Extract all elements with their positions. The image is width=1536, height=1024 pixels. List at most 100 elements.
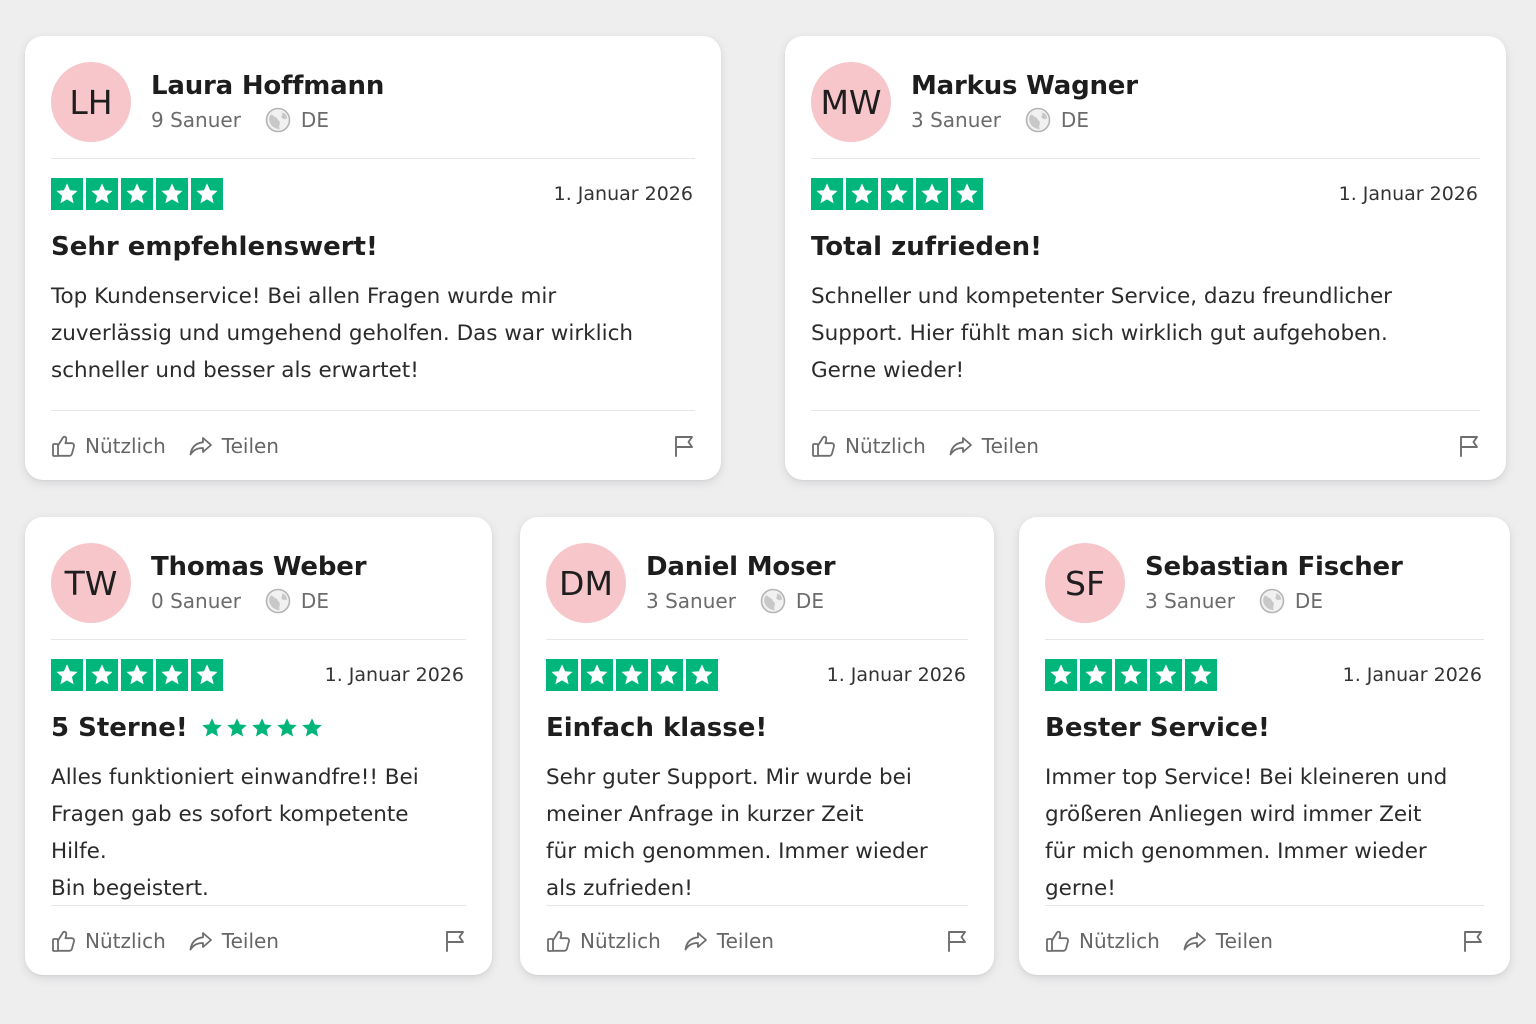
share-label: Teilen bbox=[1215, 928, 1273, 953]
rating-star-icon bbox=[86, 178, 118, 210]
review-body-line: gerne! bbox=[1045, 876, 1116, 901]
divider bbox=[811, 158, 1480, 159]
rating-star-icon bbox=[881, 178, 913, 210]
flag-icon[interactable] bbox=[1458, 434, 1480, 458]
divider bbox=[1045, 639, 1484, 640]
reviewer-meta: 0 Sanuer DE bbox=[151, 588, 366, 614]
rating-star-icon bbox=[1115, 659, 1147, 691]
helpful-label: Nützlich bbox=[580, 928, 661, 953]
helpful-button[interactable]: Nützlich bbox=[546, 929, 661, 953]
helpful-button[interactable]: Nützlich bbox=[51, 434, 166, 458]
globe-icon bbox=[265, 588, 291, 614]
globe-icon bbox=[1259, 588, 1285, 614]
avatar[interactable]: MW bbox=[811, 62, 891, 142]
star-rating bbox=[51, 659, 223, 691]
helpful-label: Nützlich bbox=[845, 433, 926, 458]
review-body-line: für mich genommen. Immer wieder bbox=[546, 839, 928, 864]
rating-star-icon bbox=[156, 659, 188, 691]
review-card: MW Markus Wagner 3 Sanuer DE 1. Januar 2… bbox=[785, 36, 1506, 480]
rating-star-icon bbox=[51, 178, 83, 210]
title-stars bbox=[200, 716, 324, 740]
rating-star-icon bbox=[916, 178, 948, 210]
avatar[interactable]: SF bbox=[1045, 543, 1125, 623]
rating-star-icon bbox=[581, 659, 613, 691]
review-body-line: schneller und besser als erwartet! bbox=[51, 358, 419, 383]
star-icon bbox=[200, 716, 224, 740]
reviewer-info: Markus Wagner 3 Sanuer DE bbox=[911, 71, 1138, 133]
rating-star-icon bbox=[1045, 659, 1077, 691]
share-arrow-icon bbox=[188, 930, 222, 952]
rating-star-icon bbox=[1185, 659, 1217, 691]
flag-icon[interactable] bbox=[673, 434, 695, 458]
review-count: 3 Sanuer bbox=[1145, 589, 1235, 613]
review-body-line: zuverlässig und umgehend geholfen. Das w… bbox=[51, 321, 634, 346]
share-button[interactable]: Teilen bbox=[1182, 929, 1273, 953]
avatar[interactable]: LH bbox=[51, 62, 131, 142]
reviewer-header: MW Markus Wagner 3 Sanuer DE bbox=[811, 62, 1480, 142]
review-count: 3 Sanuer bbox=[911, 108, 1001, 132]
review-title: Total zufrieden! bbox=[811, 232, 1480, 262]
share-label: Teilen bbox=[716, 928, 774, 953]
reviewer-name[interactable]: Laura Hoffmann bbox=[151, 71, 384, 101]
share-button[interactable]: Teilen bbox=[683, 929, 774, 953]
review-body-line: meiner Anfrage in kurzer Zeit bbox=[546, 802, 864, 827]
share-label: Teilen bbox=[221, 928, 279, 953]
avatar[interactable]: DM bbox=[546, 543, 626, 623]
rating-row: 1. Januar 2026 bbox=[546, 659, 968, 691]
rating-star-icon bbox=[651, 659, 683, 691]
review-title: Einfach klasse! bbox=[546, 713, 968, 743]
review-date: 1. Januar 2026 bbox=[324, 664, 464, 686]
thumbs-up-icon bbox=[51, 929, 85, 953]
review-body-line: Top Kundenservice! Bei allen Fragen wurd… bbox=[51, 284, 557, 309]
share-button[interactable]: Teilen bbox=[948, 434, 1039, 458]
star-rating bbox=[546, 659, 718, 691]
rating-star-icon bbox=[1080, 659, 1112, 691]
review-title-text: 5 Sterne! bbox=[51, 713, 188, 743]
reviewer-meta: 3 Sanuer DE bbox=[911, 107, 1138, 133]
star-icon bbox=[250, 716, 274, 740]
share-arrow-icon bbox=[683, 930, 717, 952]
flag-icon[interactable] bbox=[1462, 929, 1484, 953]
reviewer-name[interactable]: Sebastian Fischer bbox=[1145, 552, 1403, 582]
review-actions: Nützlich Teilen bbox=[546, 905, 968, 975]
reviewer-name[interactable]: Daniel Moser bbox=[646, 552, 836, 582]
review-body-line: Gerne wieder! bbox=[811, 358, 965, 383]
avatar[interactable]: TW bbox=[51, 543, 131, 623]
flag-icon[interactable] bbox=[444, 929, 466, 953]
star-rating bbox=[51, 178, 223, 210]
rating-star-icon bbox=[686, 659, 718, 691]
review-body: Alles funktioniert einwandfre!! Bei Frage… bbox=[51, 759, 466, 907]
reviewer-name[interactable]: Markus Wagner bbox=[911, 71, 1138, 101]
review-date: 1. Januar 2026 bbox=[826, 664, 966, 686]
review-body-line: Bin begeistert. bbox=[51, 876, 209, 901]
reviewer-header: DM Daniel Moser 3 Sanuer DE bbox=[546, 543, 968, 623]
helpful-button[interactable]: Nützlich bbox=[811, 434, 926, 458]
rating-star-icon bbox=[811, 178, 843, 210]
share-arrow-icon bbox=[188, 435, 222, 457]
country-code: DE bbox=[300, 589, 329, 613]
divider bbox=[546, 639, 968, 640]
rating-star-icon bbox=[846, 178, 878, 210]
review-body-line: Schneller und kompetenter Service, dazu … bbox=[811, 284, 1393, 309]
review-title-text: Einfach klasse! bbox=[546, 713, 768, 743]
reviewer-info: Sebastian Fischer 3 Sanuer DE bbox=[1145, 552, 1403, 614]
review-actions: Nützlich Teilen bbox=[51, 410, 695, 480]
share-button[interactable]: Teilen bbox=[188, 929, 279, 953]
thumbs-up-icon bbox=[546, 929, 580, 953]
review-body-line: Immer top Service! Bei kleineren und bbox=[1045, 765, 1448, 790]
helpful-label: Nützlich bbox=[1079, 928, 1160, 953]
rating-star-icon bbox=[86, 659, 118, 691]
share-button[interactable]: Teilen bbox=[188, 434, 279, 458]
reviewer-name[interactable]: Thomas Weber bbox=[151, 552, 367, 582]
rating-row: 1. Januar 2026 bbox=[811, 178, 1480, 210]
reviewer-meta: 3 Sanuer DE bbox=[646, 588, 835, 614]
helpful-button[interactable]: Nützlich bbox=[1045, 929, 1160, 953]
reviewer-info: Daniel Moser 3 Sanuer DE bbox=[646, 552, 836, 614]
helpful-button[interactable]: Nützlich bbox=[51, 929, 166, 953]
globe-icon bbox=[265, 107, 291, 133]
flag-icon[interactable] bbox=[946, 929, 968, 953]
review-date: 1. Januar 2026 bbox=[1338, 183, 1478, 205]
reviewer-info: Laura Hoffmann 9 Sanuer DE bbox=[151, 71, 384, 133]
review-body-line: größeren Anliegen wird immer Zeit bbox=[1045, 802, 1422, 827]
star-rating bbox=[1045, 659, 1217, 691]
